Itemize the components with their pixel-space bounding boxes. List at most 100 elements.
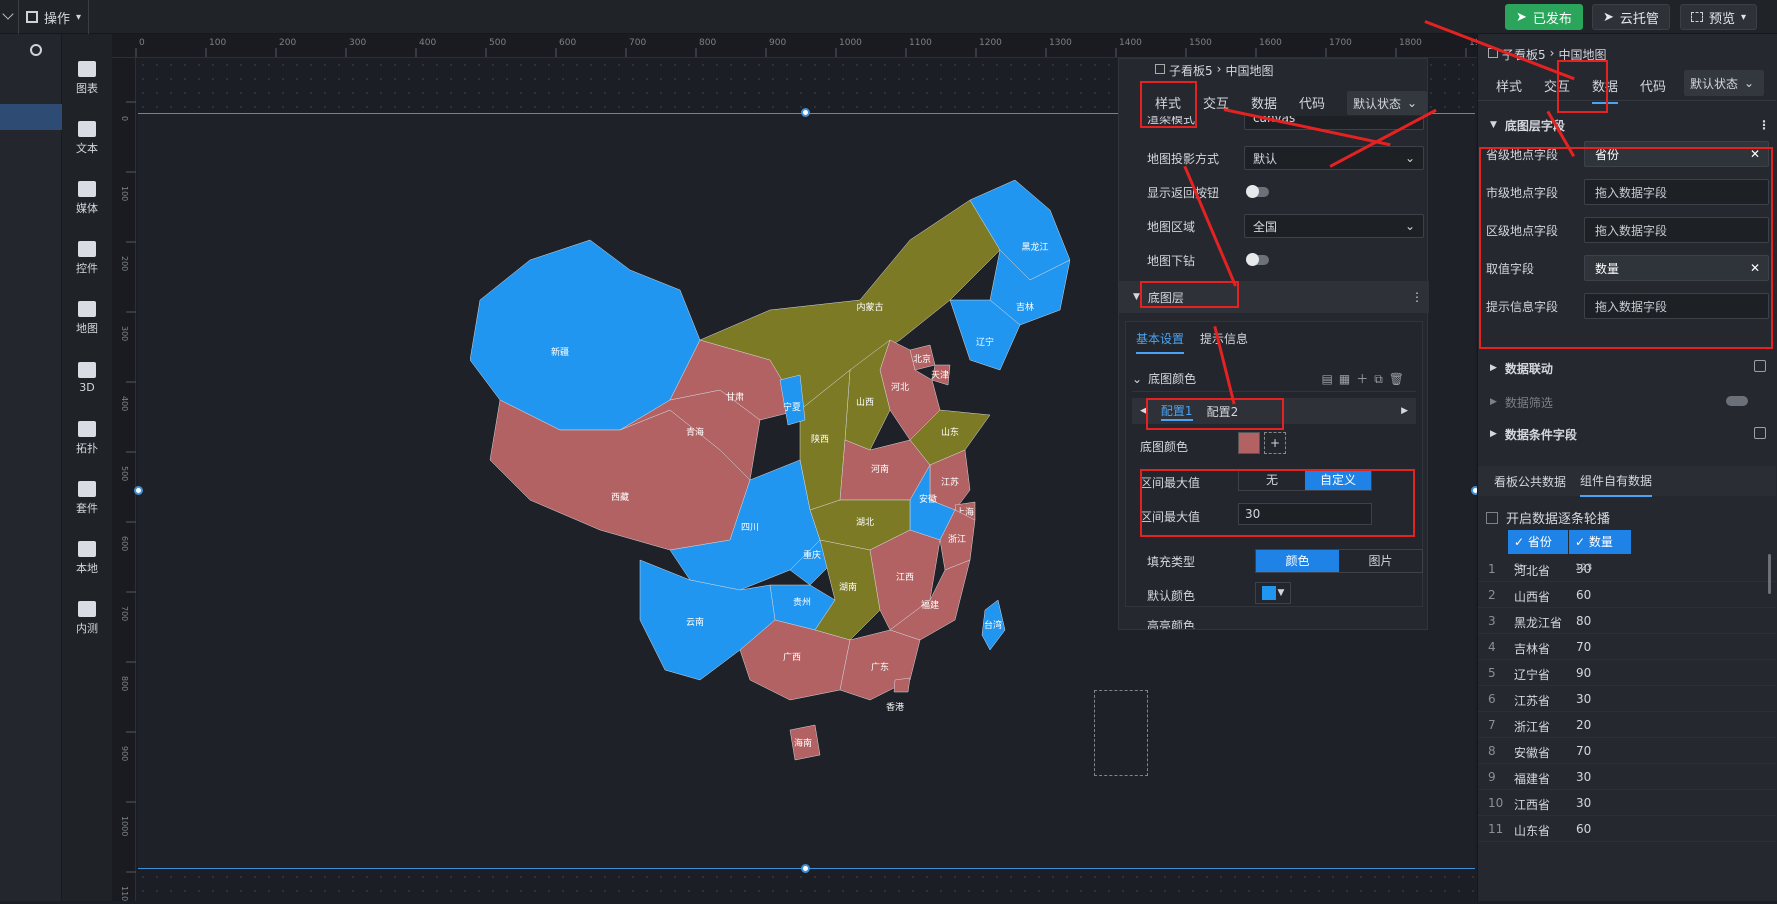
cell-quantity[interactable]: 60 (1576, 822, 1591, 836)
breadcrumb-root[interactable]: 子看板5 (1169, 62, 1213, 79)
iconbar-item-1[interactable]: 文本 (62, 110, 112, 166)
cell-quantity[interactable]: 30 (1576, 796, 1591, 810)
cell-quantity[interactable]: 80 (1576, 614, 1591, 628)
tab-interaction[interactable]: 交互 (1203, 93, 1229, 112)
resize-handle[interactable] (801, 108, 810, 117)
add-color-icon[interactable]: + (1264, 432, 1286, 454)
tab-tooltip[interactable]: 提示信息 (1200, 330, 1248, 354)
cell-province[interactable]: 山西省 (1514, 588, 1550, 605)
column-quantity[interactable]: ✓ 数量 123 (1569, 530, 1631, 573)
resize-handle[interactable] (801, 864, 810, 873)
range-value-input[interactable]: 30 (1238, 503, 1372, 525)
iconbar-item-3[interactable]: 控件 (62, 230, 112, 286)
field-drop-target[interactable]: 数量 ✕ (1584, 255, 1769, 281)
section-condition[interactable]: ▶ 数据条件字段 (1490, 424, 1577, 444)
range-mode-switch[interactable]: 无 自定义 (1238, 469, 1372, 491)
fill-option-color[interactable]: 颜色 (1256, 550, 1339, 572)
cell-province[interactable]: 安徽省 (1514, 744, 1550, 761)
cell-quantity[interactable]: 20 (1576, 718, 1591, 732)
tab-component-own-data[interactable]: 组件自有数据 (1580, 472, 1653, 497)
cell-quantity[interactable]: 30 (1576, 692, 1591, 706)
search-icon[interactable] (30, 44, 42, 56)
preview-button[interactable]: 预览 ▾ (1680, 4, 1758, 30)
close-icon[interactable]: ✕ (1750, 147, 1760, 161)
cell-province[interactable]: 江西省 (1514, 796, 1550, 813)
layer-item-selected[interactable] (0, 104, 62, 130)
group-actions-icon[interactable]: ▤▦＋⧉🗑 (1322, 370, 1410, 387)
cell-province[interactable]: 河北省 (1514, 562, 1550, 579)
fill-option-image[interactable]: 图片 (1339, 550, 1422, 572)
back-button-toggle[interactable] (1246, 185, 1269, 198)
cell-province[interactable]: 吉林省 (1514, 640, 1550, 657)
china-map[interactable]: 新疆西藏青海甘肃内蒙古黑龙江吉林辽宁北京天津河北山西陕西宁夏山东河南江苏安徽上海… (470, 180, 1070, 800)
map-region[interactable] (470, 239, 701, 431)
scrollbar[interactable] (1768, 554, 1771, 594)
cell-quantity[interactable]: 70 (1576, 744, 1591, 758)
section-linkage[interactable]: ▶ 数据联动 (1490, 358, 1553, 378)
iconbar-item-2[interactable]: 媒体 (62, 170, 112, 226)
default-color-picker[interactable]: ▼ (1255, 582, 1291, 604)
iconbar-item-6[interactable]: 拓扑 (62, 410, 112, 466)
table-row[interactable]: 4 吉林省 70 (1478, 634, 1776, 660)
tab-data[interactable]: 数据 (1251, 93, 1277, 112)
caret-right-icon[interactable]: ▶ (1401, 406, 1408, 416)
cell-province[interactable]: 山东省 (1514, 822, 1550, 839)
table-row[interactable]: 2 山西省 60 (1478, 582, 1776, 608)
table-row[interactable]: 10 江西省 30 (1478, 790, 1776, 816)
cell-province[interactable]: 福建省 (1514, 770, 1550, 787)
tab-basic-settings[interactable]: 基本设置 (1136, 330, 1185, 354)
map-region-select[interactable]: 全国 ⌄ (1244, 214, 1424, 238)
state-select[interactable]: 默认状态 ⌄ (1347, 91, 1427, 115)
table-row[interactable]: 11 山东省 60 (1478, 816, 1776, 842)
base-layer-section[interactable]: ▼ 底图层 ⋮ (1119, 281, 1429, 313)
table-row[interactable]: 5 辽宁省 90 (1478, 660, 1776, 686)
tab-code[interactable]: 代码 (1299, 93, 1325, 112)
cell-province[interactable]: 江苏省 (1514, 692, 1550, 709)
breadcrumb-root[interactable]: 子看板5 (1502, 46, 1546, 63)
cell-province[interactable]: 辽宁省 (1514, 666, 1550, 683)
state-select[interactable]: 默认状态 ⌄ (1684, 70, 1764, 96)
published-button[interactable]: ➤ 已发布 (1505, 4, 1583, 30)
cell-quantity[interactable]: 90 (1576, 666, 1591, 680)
field-drop-target[interactable]: 拖入数据字段 (1584, 179, 1769, 205)
tab-style[interactable]: 样式 (1155, 93, 1181, 112)
table-row[interactable]: 8 安徽省 70 (1478, 738, 1776, 764)
cell-province[interactable]: 浙江省 (1514, 718, 1550, 735)
map-region[interactable] (893, 677, 911, 693)
cell-quantity[interactable]: 30 (1576, 770, 1591, 784)
iconbar-item-4[interactable]: 地图 (62, 290, 112, 346)
iconbar-item-0[interactable]: 图表 (62, 50, 112, 106)
iconbar-item-8[interactable]: 本地 (62, 530, 112, 586)
close-icon[interactable]: ✕ (1750, 261, 1760, 275)
cloud-hosting-button[interactable]: ➤ 云托管 (1592, 4, 1670, 30)
section-filter[interactable]: ▶ 数据筛选 (1490, 392, 1553, 412)
cell-quantity[interactable]: 60 (1576, 588, 1591, 602)
table-row[interactable]: 3 黑龙江省 80 (1478, 608, 1776, 634)
iconbar-item-9[interactable]: 内测 (62, 590, 112, 646)
iconbar-item-7[interactable]: 套件 (62, 470, 112, 526)
tab-config-2[interactable]: 配置2 (1207, 403, 1239, 420)
more-icon[interactable]: ⋮ (1758, 118, 1770, 132)
render-mode-select[interactable]: canvas (1244, 116, 1424, 130)
iconbar-item-5[interactable]: 3D (62, 350, 112, 406)
cell-quantity[interactable]: 70 (1576, 640, 1591, 654)
base-color-group[interactable]: ⌄ 底图颜色 ▤▦＋⧉🗑 (1132, 366, 1416, 392)
operations-menu[interactable]: 操作 ▾ (26, 6, 81, 28)
table-row[interactable]: 6 江苏省 30 (1478, 686, 1776, 712)
fill-type-switch[interactable]: 颜色 图片 (1255, 549, 1423, 573)
more-icon[interactable]: ⋮ (1411, 290, 1423, 304)
tab-config-1[interactable]: 配置1 (1160, 402, 1193, 421)
field-drop-target[interactable]: 省份 ✕ (1584, 141, 1769, 167)
cell-quantity[interactable]: 30 (1576, 562, 1591, 576)
field-drop-target[interactable]: 拖入数据字段 (1584, 217, 1769, 243)
field-drop-target[interactable]: 拖入数据字段 (1584, 293, 1769, 319)
projection-select[interactable]: 默认 ⌄ (1244, 146, 1424, 170)
tab-board-public-data[interactable]: 看板公共数据 (1494, 473, 1566, 490)
drill-toggle[interactable] (1246, 253, 1269, 266)
column-province[interactable]: ✓ 省份 Str (1508, 530, 1568, 573)
caret-left-icon[interactable]: ◀ (1140, 406, 1147, 416)
range-option-none[interactable]: 无 (1239, 470, 1305, 490)
chevron-down-icon[interactable] (2, 8, 14, 20)
cell-province[interactable]: 黑龙江省 (1514, 614, 1562, 631)
range-option-custom[interactable]: 自定义 (1305, 470, 1371, 490)
